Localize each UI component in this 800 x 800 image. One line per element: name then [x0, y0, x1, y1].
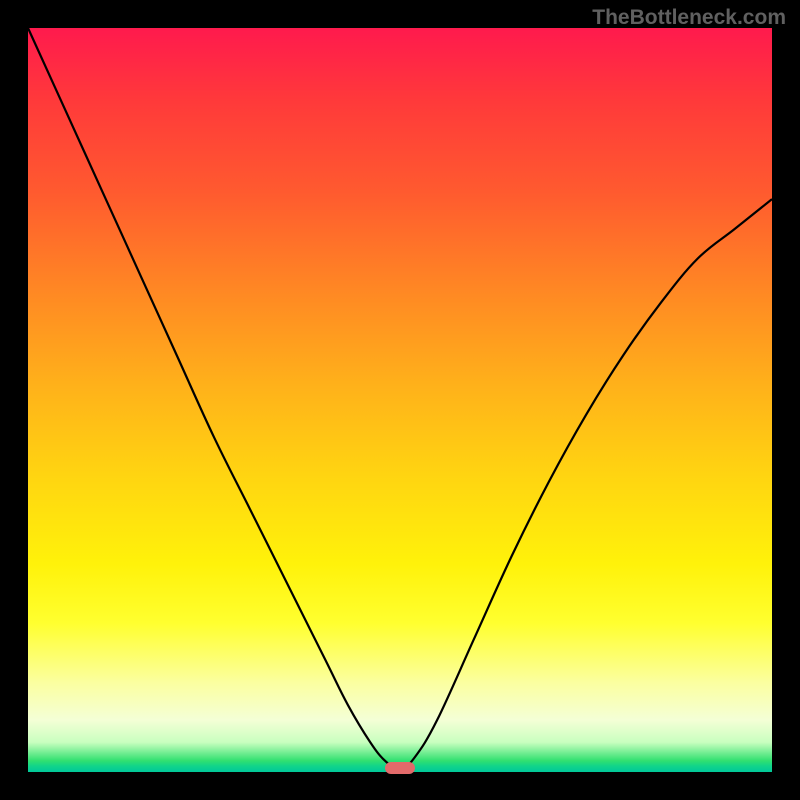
chart-plot-area — [28, 28, 772, 772]
bottleneck-curve-path — [28, 28, 772, 770]
watermark-text: TheBottleneck.com — [592, 6, 786, 30]
chart-curve-svg — [28, 28, 772, 772]
optimal-marker — [385, 762, 415, 774]
